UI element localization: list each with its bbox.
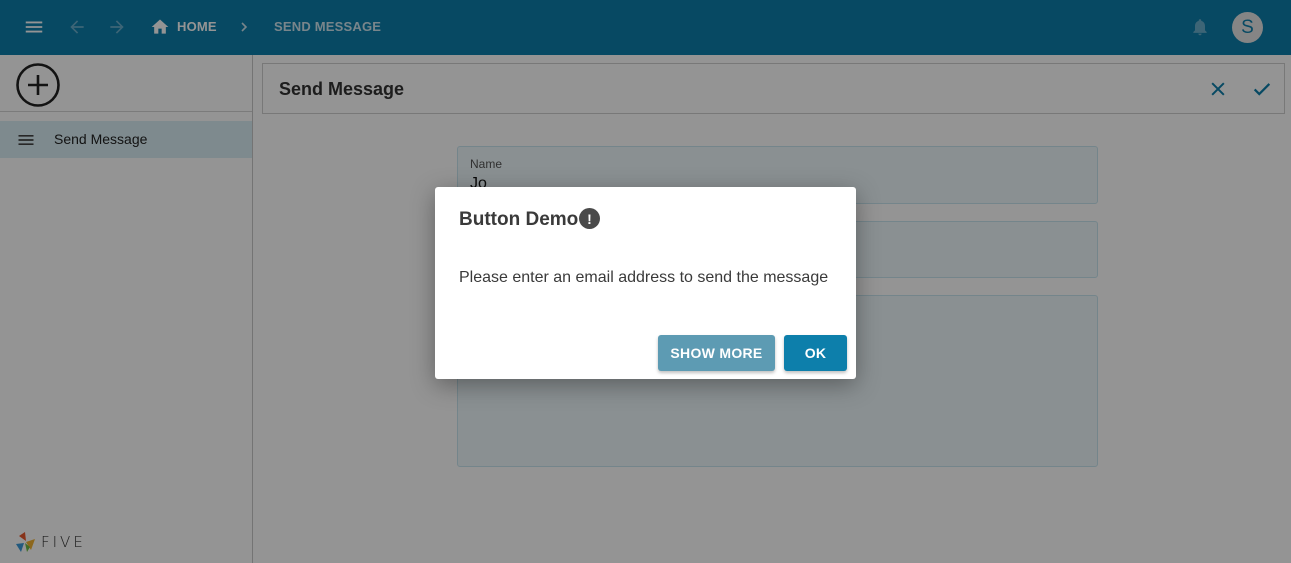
ok-button[interactable]: OK [784, 335, 847, 371]
dialog-title: Button Demo [459, 209, 579, 230]
show-more-button[interactable]: SHOW MORE [658, 335, 775, 371]
dialog-message: Please enter an email address to send th… [459, 269, 829, 286]
exclamation-icon: ! [579, 208, 600, 229]
alert-dialog: Button Demo ! Please enter an email addr… [435, 187, 856, 379]
